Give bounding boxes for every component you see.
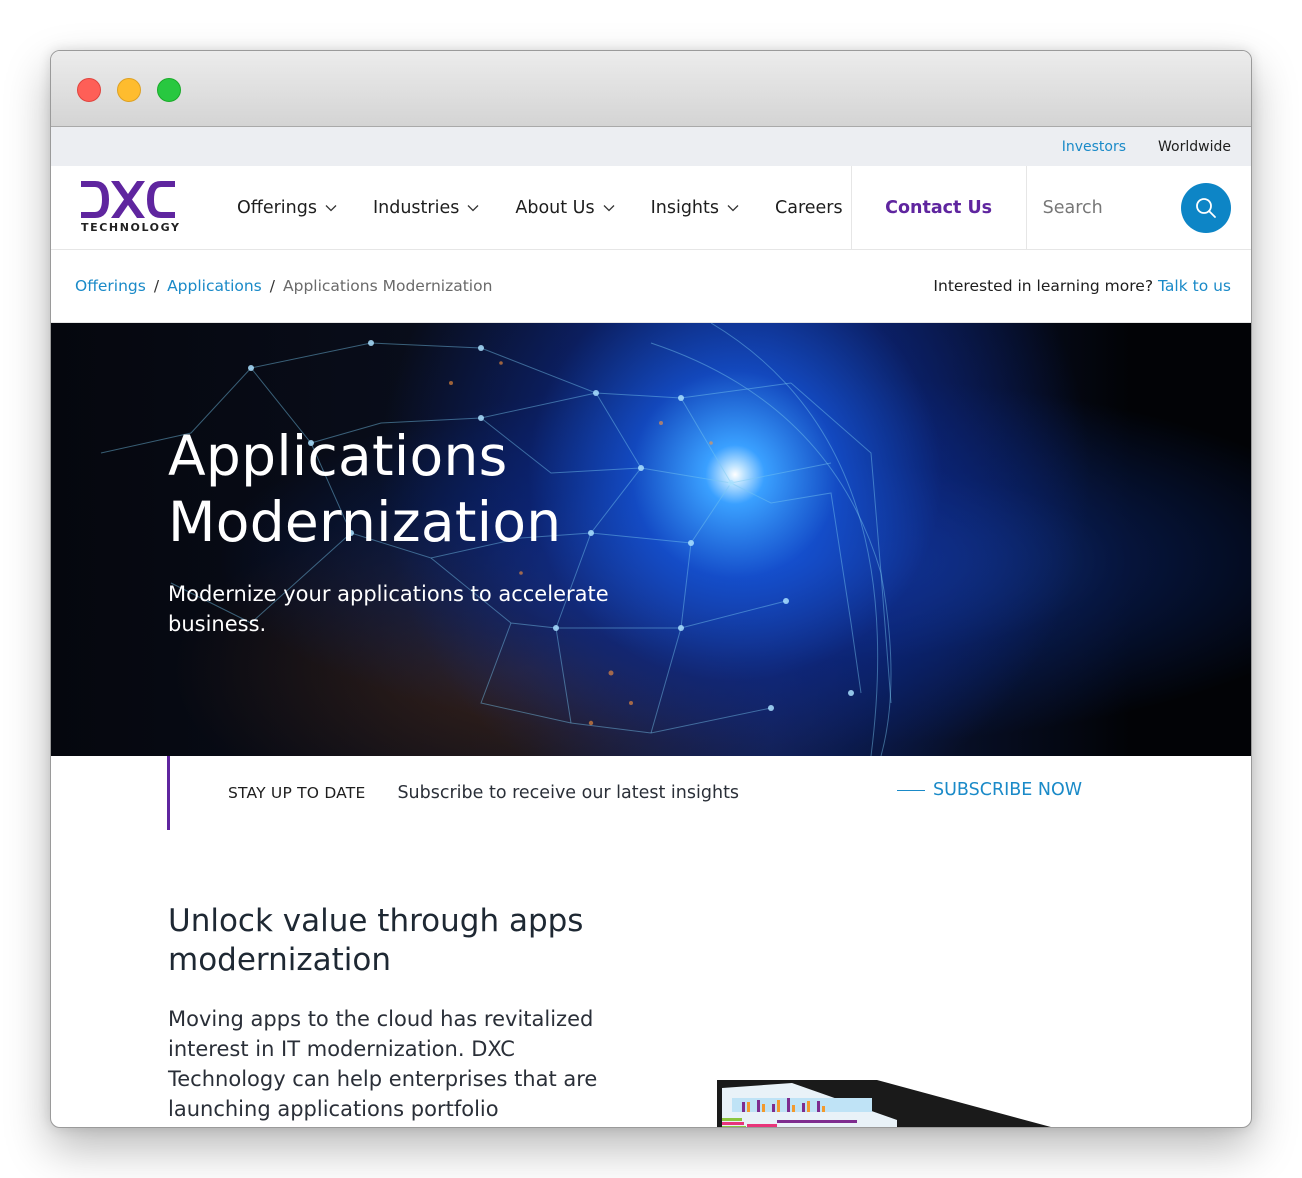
talk-to-us-link[interactable]: Talk to us bbox=[1158, 277, 1231, 295]
subscribe-now-label: SUBSCRIBE NOW bbox=[933, 780, 1083, 800]
hero-text: Applications Modernization Modernize you… bbox=[168, 423, 728, 639]
investors-link[interactable]: Investors bbox=[1062, 139, 1126, 155]
nav-item-careers[interactable]: Careers bbox=[775, 198, 843, 218]
subscribe-banner: STAY UP TO DATE Subscribe to receive our… bbox=[167, 756, 1251, 830]
nav-item-about-us[interactable]: About Us bbox=[515, 197, 615, 218]
cta-question: Interested in learning more? bbox=[933, 277, 1154, 295]
hero-title: Applications Modernization bbox=[168, 424, 562, 554]
nav-item-offerings[interactable]: Offerings bbox=[237, 198, 337, 218]
chevron-down-icon bbox=[603, 204, 615, 211]
utility-bar: Investors Worldwide bbox=[51, 127, 1251, 166]
maximize-window-button[interactable] bbox=[157, 78, 181, 102]
laptop-image bbox=[717, 1080, 1062, 1127]
nav-menu: Offerings Industries About Us Insights C… bbox=[211, 166, 851, 249]
search-button[interactable] bbox=[1181, 182, 1231, 233]
search-icon bbox=[1196, 197, 1216, 218]
chevron-down-icon bbox=[325, 204, 337, 211]
nav-item-label: Careers bbox=[775, 197, 843, 218]
section-body: Moving apps to the cloud has revitalized… bbox=[168, 1007, 598, 1121]
browser-window: Investors Worldwide TECHNOLOGY Offerings bbox=[50, 50, 1252, 1128]
section-heading: Unlock value through apps modernization bbox=[168, 903, 584, 978]
main-navigation: TECHNOLOGY Offerings Industries About Us… bbox=[51, 166, 1251, 250]
breadcrumb-separator: / bbox=[269, 277, 275, 295]
breadcrumb-separator: / bbox=[153, 277, 160, 295]
chevron-down-icon bbox=[467, 204, 479, 211]
breadcrumb: Offerings / Applications / Applications Mode… bbox=[75, 277, 492, 295]
laptop-dashboard-illustration bbox=[717, 1080, 1051, 1127]
nav-item-label: Offerings bbox=[237, 197, 317, 218]
minimize-window-button[interactable] bbox=[117, 78, 141, 102]
logo-subtext: TECHNOLOGY bbox=[81, 221, 181, 234]
nav-item-insights[interactable]: Insights bbox=[651, 198, 739, 218]
nav-item-label: Industries bbox=[372, 197, 460, 218]
nav-item-industries[interactable]: Industries bbox=[373, 198, 479, 218]
hero-banner: Applications Modernization Modernize you… bbox=[51, 323, 1251, 756]
chevron-down-icon bbox=[727, 204, 739, 211]
breadcrumb-link-offerings[interactable]: Offerings bbox=[75, 277, 146, 295]
nav-item-label: About Us bbox=[515, 197, 595, 218]
worldwide-selector[interactable]: Worldwide bbox=[1158, 139, 1231, 155]
title-bar bbox=[51, 51, 1251, 127]
nav-item-label: Insights bbox=[650, 197, 720, 218]
talk-to-us-cta: Interested in learning more? Talk to us bbox=[933, 277, 1231, 295]
subscribe-now-button[interactable]: SUBSCRIBE NOW bbox=[897, 780, 1082, 800]
hero-subtitle: Modernize your applications to accelerat… bbox=[168, 582, 609, 636]
subscribe-eyebrow: STAY UP TO DATE bbox=[228, 784, 366, 802]
breadcrumb-bar: Offerings / Applications / Applications Mode… bbox=[51, 250, 1251, 323]
dxc-logo[interactable]: TECHNOLOGY bbox=[51, 166, 211, 249]
search-area bbox=[1027, 166, 1251, 249]
content-section: Unlock value through apps modernization … bbox=[51, 830, 1251, 1127]
breadcrumb-link-applications[interactable]: Applications bbox=[167, 277, 262, 295]
search-input[interactable] bbox=[1042, 197, 1153, 218]
dxc-logo-mark bbox=[81, 181, 175, 218]
contact-us-link[interactable]: Contact Us bbox=[850, 166, 1027, 249]
subscribe-text: Subscribe to receive our latest insights bbox=[397, 783, 740, 803]
breadcrumb-current: Applications Modernization bbox=[283, 277, 493, 295]
close-window-button[interactable] bbox=[77, 78, 101, 102]
subscribe-line-decoration bbox=[897, 789, 925, 791]
